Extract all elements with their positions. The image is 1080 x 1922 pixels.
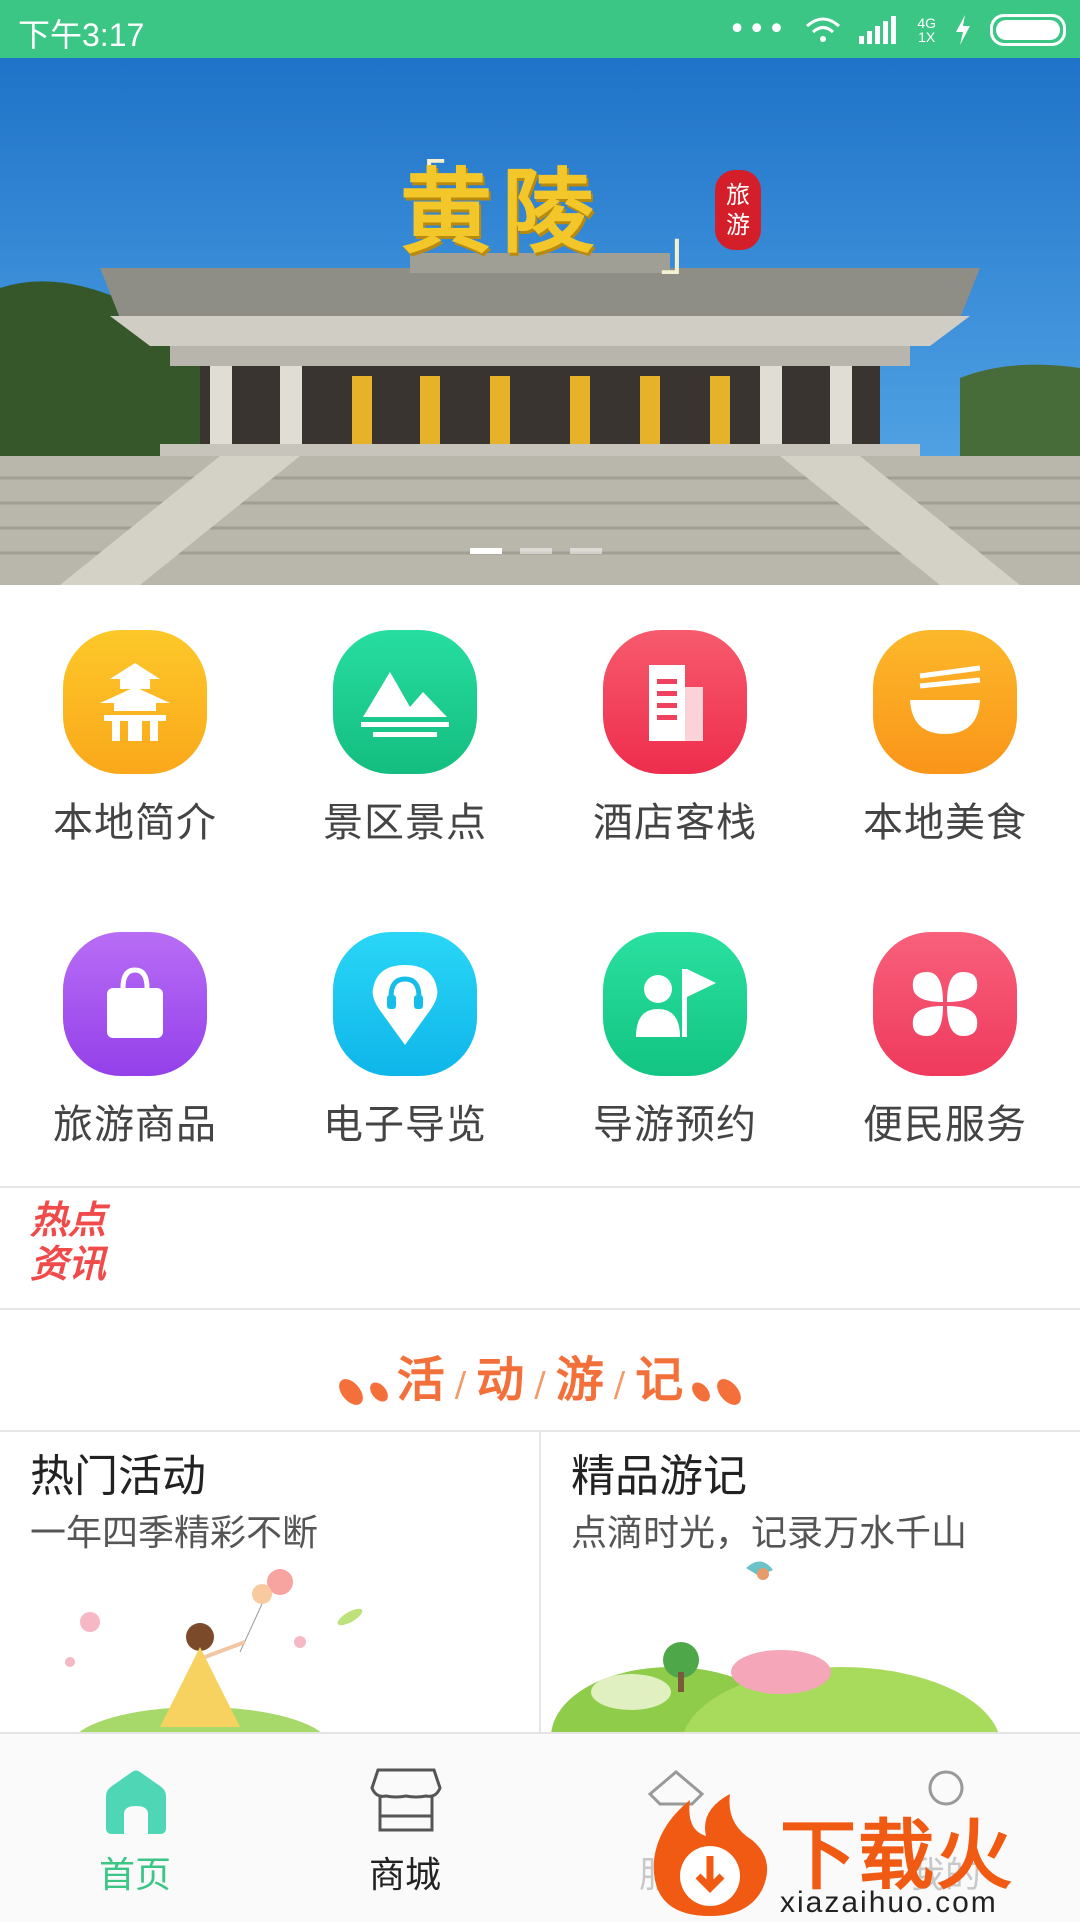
title-separator: / [534,1365,546,1405]
watermark-url: xiazaihuo.com [780,1886,998,1919]
hot-news-label[interactable]: 热点 资讯 [30,1198,120,1286]
flame-logo-icon [653,1794,768,1916]
grid-item-label: 景区景点 [323,800,487,846]
petal-decoration-icon [712,1374,746,1409]
network-type: 4G 1X [917,16,936,44]
divider [0,1308,1080,1310]
petal-decoration-icon [688,1378,714,1405]
wifi-icon [806,17,841,42]
grid-item-convenience[interactable]: 便民服务 [810,932,1080,1172]
tab-label: 首页 [98,1855,171,1896]
card-divider [539,1432,541,1732]
battery-icon [990,14,1066,46]
charging-icon [956,15,970,45]
activities-section-title: 活 / 动 / 游 / 记 [0,1340,1080,1410]
grid-row: 旅游商品 电子导览 导游预约 便民服务 [0,932,1080,1172]
status-time: 下午3:17 [18,17,145,53]
guide-flag-icon [603,932,747,1076]
grid-item-label: 本地简介 [53,800,217,846]
banner-carousel[interactable]: 「 黄陵 」 旅 游 [0,58,1080,585]
shop-icon [370,1768,442,1832]
grid-item-label: 电子导览 [323,1102,487,1148]
girl-balloon-illustration [65,1569,363,1732]
card-title: 热门活动 [30,1451,206,1502]
carousel-dot[interactable] [470,548,502,554]
grid-item-tourism-goods[interactable]: 旅游商品 [0,932,270,1172]
grid-item-audio-guide[interactable]: 电子导览 [270,932,540,1172]
seal-text-2: 游 [726,211,750,239]
tab-label: 商城 [368,1855,441,1896]
petal-decoration-icon [366,1378,392,1405]
carousel-indicators [470,548,602,554]
grid-item-label: 导游预约 [593,1102,757,1148]
grid-item-hotels[interactable]: 酒店客栈 [540,630,810,870]
grid-item-label: 本地美食 [863,800,1027,846]
title-separator: / [454,1365,467,1405]
hot-news-line2: 资讯 [30,1242,107,1286]
petals-icon [873,932,1017,1076]
hot-news-line1: 热点 [30,1198,107,1242]
status-bar: 下午3:17 ••• 4G 1X [0,0,1080,58]
grid-item-guide-booking[interactable]: 导游预约 [540,932,810,1172]
card-featured-travelogue[interactable]: 精品游记 点滴时光，记录万水千山 [541,1432,1080,1732]
tab-shop[interactable]: 商城 [270,1734,540,1922]
audio-guide-pin-icon [333,932,477,1076]
activities-title-char: 游 [555,1352,604,1408]
grid-item-scenic-spots[interactable]: 景区景点 [270,630,540,870]
hills-illustration [551,1561,999,1732]
banner-seal: 旅 游 [715,170,761,250]
network-4g: 4G [917,15,936,31]
grid-item-local-intro[interactable]: 本地简介 [0,630,270,870]
title-separator: / [613,1365,626,1405]
bowl-icon [873,630,1017,774]
signal-icon [859,16,897,44]
divider [0,1186,1080,1188]
grid-row: 本地简介 景区景点 酒店客栈 本地美食 [0,630,1080,870]
grid-item-label: 便民服务 [863,1102,1027,1148]
more-dots-icon: ••• [728,12,788,47]
carousel-dot[interactable] [570,548,602,554]
shopping-bag-icon [63,932,207,1076]
mountain-icon [333,630,477,774]
grid-item-label: 旅游商品 [53,1102,217,1148]
card-hot-activities[interactable]: 热门活动 一年四季精彩不断 [0,1432,539,1732]
watermark: 下载火 xiazaihuo.com [640,1790,1080,1920]
banner-title: 黄陵 [400,158,605,266]
seal-text-1: 旅 [726,181,750,209]
card-title: 精品游记 [571,1451,747,1502]
grid-item-local-food[interactable]: 本地美食 [810,630,1080,870]
banner-bracket-right: 」 [660,219,714,282]
tab-home[interactable]: 首页 [0,1734,270,1922]
carousel-dot[interactable] [520,548,552,554]
building-icon [603,630,747,774]
grid-item-label: 酒店客栈 [593,800,757,846]
activities-title-char: 动 [476,1352,525,1408]
petal-decoration-icon [334,1374,368,1409]
home-icon [106,1770,166,1834]
activities-title-char: 记 [635,1352,684,1408]
pagoda-icon [63,630,207,774]
status-icons: ••• 4G 1X [728,10,1066,50]
network-1x: 1X [918,29,936,45]
activities-title-char: 活 [396,1352,445,1408]
